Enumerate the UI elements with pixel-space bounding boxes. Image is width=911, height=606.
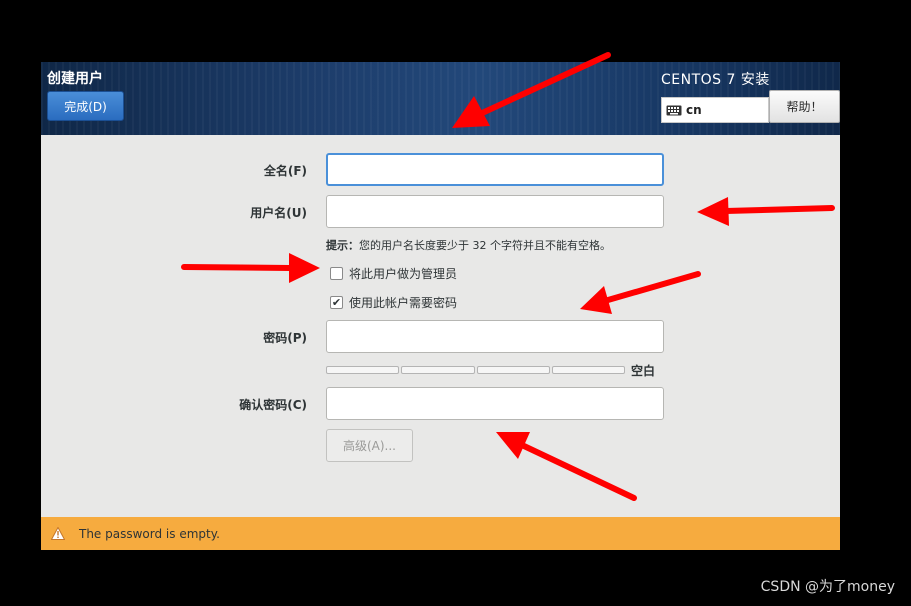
- password-strength-bar: [326, 366, 625, 374]
- admin-checkbox-row[interactable]: 将此用户做为管理员: [330, 265, 457, 282]
- status-message: The password is empty.: [79, 526, 220, 541]
- hint-text: 您的用户名长度要少于 32 个字符并且不能有空格。: [359, 239, 611, 252]
- strength-segment: [476, 366, 550, 374]
- hint-prefix: 提示：: [326, 239, 359, 252]
- fullname-label: 全名(F): [263, 164, 307, 178]
- keyboard-layout-text: cn: [686, 103, 702, 117]
- keyboard-icon: [666, 105, 682, 115]
- username-label: 用户名(U): [250, 206, 307, 220]
- username-hint: 提示：您的用户名长度要少于 32 个字符并且不能有空格。: [326, 237, 611, 253]
- strength-segment: [401, 366, 475, 374]
- product-title: CENTOS 7 安装: [661, 72, 770, 88]
- spoke-title: 创建用户: [47, 71, 103, 87]
- warning-icon: [51, 527, 65, 540]
- fullname-input[interactable]: [326, 153, 664, 186]
- admin-checkbox[interactable]: [330, 267, 343, 280]
- password-label: 密码(P): [263, 331, 307, 345]
- require-password-checkbox-row[interactable]: ✔ 使用此帐户需要密码: [330, 294, 457, 311]
- done-button[interactable]: 完成(D): [47, 91, 124, 121]
- password-input[interactable]: [326, 320, 664, 353]
- create-user-window: 创建用户 完成(D) CENTOS 7 安装 cn 帮助！ 全名(F) 用户名(…: [41, 62, 840, 550]
- confirm-password-input[interactable]: [326, 387, 664, 420]
- username-input[interactable]: [326, 195, 664, 228]
- confirm-password-label: 确认密码(C): [239, 398, 307, 412]
- admin-checkbox-label: 将此用户做为管理员: [349, 267, 458, 281]
- password-strength-label: 空白: [631, 364, 656, 378]
- strength-segment: [551, 366, 625, 374]
- advanced-button[interactable]: 高级(A)...: [326, 429, 413, 462]
- help-button[interactable]: 帮助！: [769, 90, 840, 123]
- require-password-checkbox[interactable]: ✔: [330, 296, 343, 309]
- header-bar: 创建用户 完成(D) CENTOS 7 安装 cn 帮助！: [41, 62, 840, 135]
- keyboard-layout-indicator[interactable]: cn: [661, 97, 769, 123]
- status-bar[interactable]: The password is empty.: [41, 517, 840, 550]
- require-password-label: 使用此帐户需要密码: [349, 296, 458, 310]
- watermark: CSDN @为了money: [760, 579, 895, 595]
- strength-segment: [326, 366, 400, 374]
